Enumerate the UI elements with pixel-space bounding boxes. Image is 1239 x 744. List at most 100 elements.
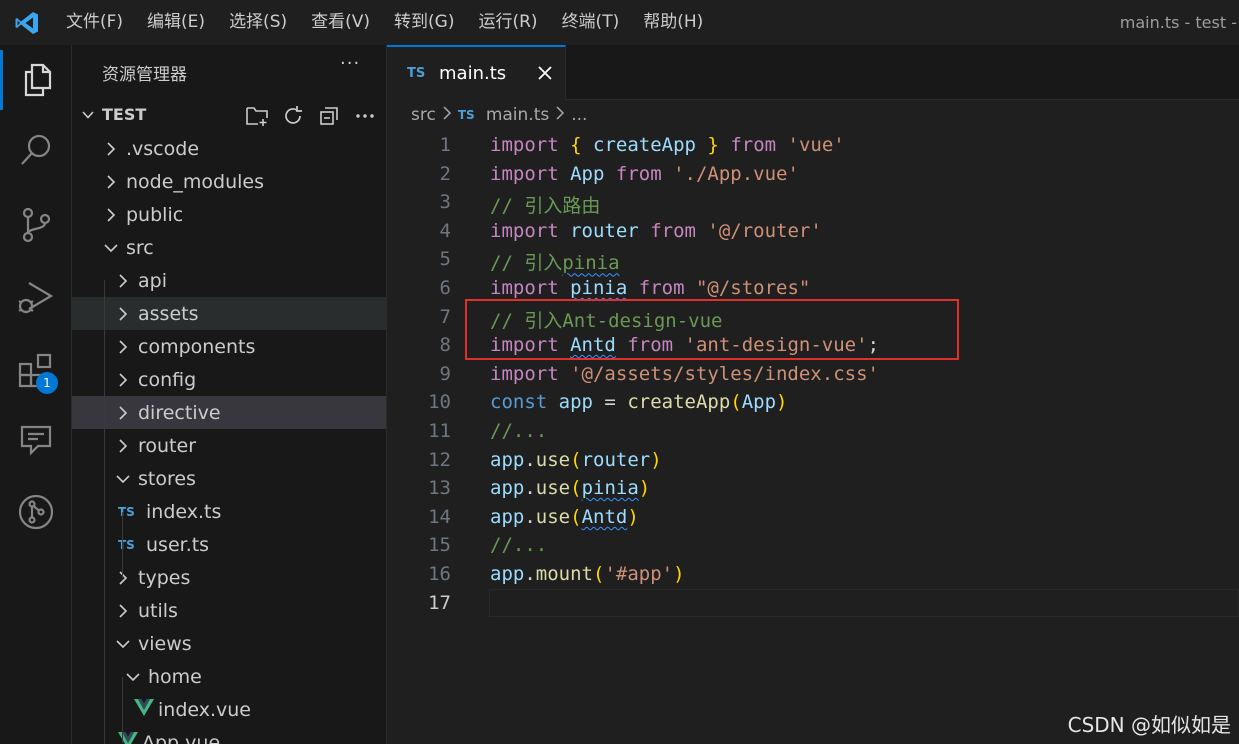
- tree-folder[interactable]: components: [72, 330, 386, 363]
- refresh-icon[interactable]: [280, 103, 306, 129]
- more-actions-icon[interactable]: [352, 103, 378, 129]
- code-token: .: [524, 505, 536, 528]
- tree-file[interactable]: TS index.ts: [72, 495, 386, 528]
- code-token: "@/stores": [695, 277, 811, 299]
- line-number: 5: [439, 248, 451, 271]
- menu-item[interactable]: 编辑(E): [135, 0, 217, 45]
- code-token: (: [730, 391, 742, 414]
- code-text: import '@/assets/styles/index.css': [490, 363, 879, 385]
- code-token: '@/assets/styles/index.css': [570, 362, 879, 385]
- menu-item[interactable]: 文件(F): [54, 0, 135, 45]
- code-text: app.use(router): [490, 449, 662, 471]
- chevron-right-icon: [555, 105, 565, 125]
- workspace-section-header[interactable]: TEST: [72, 101, 386, 129]
- tree-folder[interactable]: views: [72, 627, 386, 660]
- code-token: ): [638, 477, 651, 500]
- tree-folder[interactable]: public: [72, 198, 386, 231]
- tree-folder[interactable]: assets: [72, 297, 386, 330]
- code-token: use: [535, 505, 571, 528]
- code-token: '@/router': [707, 219, 822, 242]
- menu-item[interactable]: 运行(R): [466, 0, 549, 45]
- code-token: =: [592, 391, 628, 414]
- chevron-down-icon: [102, 239, 120, 257]
- code-text: const app = createApp(App): [490, 391, 788, 413]
- close-icon[interactable]: [535, 63, 555, 83]
- collapse-all-icon[interactable]: [316, 103, 342, 129]
- line-number: 10: [428, 391, 451, 414]
- vue-icon: [134, 698, 154, 721]
- code-token: pinia: [581, 477, 639, 500]
- tree-item-label: .vscode: [126, 137, 200, 160]
- tree-folder[interactable]: stores: [72, 462, 386, 495]
- tree-folder[interactable]: config: [72, 363, 386, 396]
- explorer-icon[interactable]: [0, 50, 72, 110]
- code-text: //...: [490, 420, 547, 442]
- remote-explorer-icon[interactable]: [0, 410, 72, 470]
- tree-folder[interactable]: .vscode: [72, 132, 386, 165]
- tab-main-ts[interactable]: TS main.ts: [387, 45, 566, 100]
- tree-item-label: index.ts: [146, 500, 222, 523]
- breadcrumb-file[interactable]: main.ts: [486, 105, 549, 125]
- code-token: .: [524, 448, 536, 471]
- chevron-right-icon: [102, 173, 120, 191]
- menu-item[interactable]: 终端(T): [550, 0, 632, 45]
- explorer-more-button[interactable]: ···: [340, 53, 360, 74]
- run-debug-icon[interactable]: [0, 267, 72, 327]
- code-token: pinia: [570, 277, 628, 299]
- code-token: app: [558, 391, 593, 414]
- source-control-icon[interactable]: [0, 195, 72, 255]
- menu-item[interactable]: 帮助(H): [631, 0, 715, 45]
- line-number: 15: [428, 534, 451, 557]
- code-token: app: [490, 505, 525, 528]
- code-token: router: [581, 448, 651, 471]
- line-number: 7: [439, 305, 451, 328]
- menu-bar: 文件(F) 编辑(E) 选择(S) 查看(V) 转到(G) 运行(R) 终端(T) 帮助(H): [54, 0, 715, 45]
- extensions-badge: 1: [36, 372, 58, 394]
- code-text: // 引入路由: [490, 191, 600, 218]
- tree-file[interactable]: index.vue: [72, 693, 386, 726]
- tree-folder[interactable]: router: [72, 429, 386, 462]
- line-number: 6: [439, 277, 451, 299]
- menu-item[interactable]: 查看(V): [299, 0, 382, 45]
- tree-folder[interactable]: api: [72, 264, 386, 297]
- extensions-icon[interactable]: 1: [0, 340, 72, 400]
- code-token: }: [707, 134, 719, 156]
- new-folder-icon[interactable]: [244, 103, 270, 129]
- tree-folder[interactable]: node_modules: [72, 165, 386, 198]
- breadcrumb-more[interactable]: ...: [571, 105, 587, 125]
- breadcrumb-folder[interactable]: src: [411, 105, 436, 125]
- tree-folder[interactable]: types: [72, 561, 386, 594]
- tree-folder[interactable]: src: [72, 231, 386, 264]
- menu-item[interactable]: 转到(G): [382, 0, 466, 45]
- line-number: 14: [428, 505, 451, 528]
- code-token: ): [650, 448, 662, 471]
- chevron-right-icon: [114, 437, 132, 455]
- code-line: 4 import router from '@/router': [387, 217, 1239, 246]
- typescript-icon: TS: [407, 66, 426, 81]
- code-token: (: [570, 448, 582, 471]
- menu-item[interactable]: 选择(S): [217, 0, 299, 45]
- code-token: .: [524, 563, 536, 585]
- code-token: createApp: [627, 391, 731, 414]
- tree-folder[interactable]: directive: [72, 396, 386, 429]
- indent-guide: [104, 280, 105, 744]
- line-number: 2: [439, 162, 451, 185]
- code-line: 3 // 引入路由: [387, 188, 1239, 217]
- explorer-panel: 资源管理器 ··· TEST .vscode node_modules public…: [72, 45, 387, 744]
- tree-folder[interactable]: home: [72, 660, 386, 693]
- current-line-highlight: [489, 588, 1239, 617]
- search-icon[interactable]: [0, 120, 72, 180]
- tree-file[interactable]: App.vue: [72, 726, 386, 744]
- tree-folder[interactable]: utils: [72, 594, 386, 627]
- line-number: 11: [428, 420, 451, 442]
- tree-item-label: utils: [138, 599, 178, 622]
- tree-file[interactable]: TS user.ts: [72, 528, 386, 561]
- git-graph-icon[interactable]: [0, 482, 72, 542]
